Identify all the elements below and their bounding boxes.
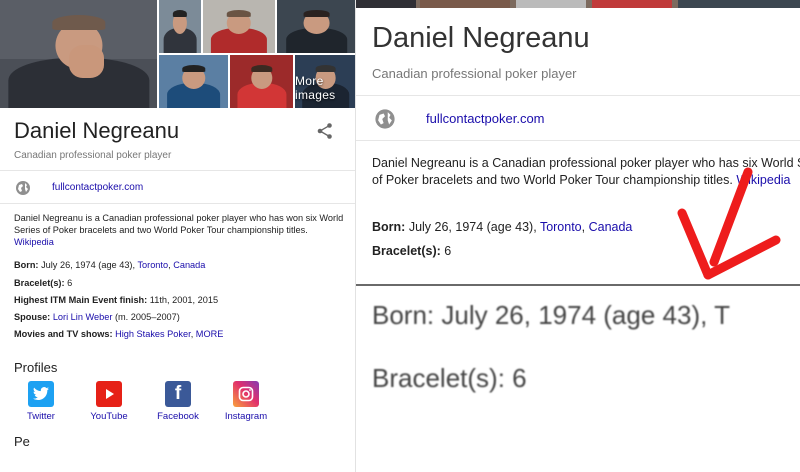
next-section-heading: Pe bbox=[14, 434, 30, 449]
photo-thumb[interactable] bbox=[159, 0, 201, 53]
toronto-link[interactable]: Toronto bbox=[137, 260, 168, 270]
profile-label: YouTube bbox=[90, 411, 128, 422]
canada-link[interactable]: Canada bbox=[589, 220, 633, 234]
zoom-separator bbox=[356, 284, 800, 286]
movie-link[interactable]: High Stakes Poker bbox=[115, 329, 191, 339]
toronto-link[interactable]: Toronto bbox=[540, 220, 582, 234]
knowledge-panel: More images Daniel Negreanu Canadian pro… bbox=[0, 0, 356, 472]
fact-itm: Highest ITM Main Event finish: 11th, 200… bbox=[14, 295, 218, 305]
photo-thumb[interactable] bbox=[159, 55, 228, 108]
description: Daniel Negreanu is a Canadian profession… bbox=[14, 212, 348, 248]
profile-label: Twitter bbox=[27, 411, 55, 422]
profile-twitter[interactable]: Twitter bbox=[9, 381, 73, 422]
fact-label: Spouse: bbox=[14, 312, 51, 322]
divider bbox=[0, 170, 355, 171]
more-images-link[interactable]: More images bbox=[295, 74, 348, 102]
arrow-head-right bbox=[703, 235, 781, 280]
photo-thumb[interactable] bbox=[230, 55, 293, 108]
divider bbox=[356, 140, 800, 141]
fact-value: (m. 2005–2007) bbox=[114, 312, 180, 322]
main-photo[interactable] bbox=[0, 0, 157, 108]
image-strip bbox=[356, 0, 800, 8]
globe-icon bbox=[16, 181, 30, 195]
profile-label: Instagram bbox=[224, 411, 268, 422]
fact-label: Bracelet(s): bbox=[372, 244, 441, 258]
zoomed-subtitle: Canadian professional poker player bbox=[372, 66, 577, 81]
fact-born: Born: July 26, 1974 (age 43), Toronto, C… bbox=[14, 260, 206, 270]
globe-icon bbox=[375, 109, 395, 129]
arrow-head-left bbox=[677, 208, 713, 280]
fact-value: July 26, 1974 (age 43), bbox=[408, 220, 537, 234]
facebook-icon: f bbox=[165, 381, 191, 407]
website-link[interactable]: fullcontactpoker.com bbox=[52, 182, 143, 193]
photo-thumb[interactable]: More images bbox=[295, 55, 355, 108]
description-text: Daniel Negreanu is a Canadian profession… bbox=[14, 213, 344, 235]
wikipedia-link[interactable]: Wikipedia bbox=[736, 173, 790, 187]
profile-label: Facebook bbox=[157, 411, 199, 422]
zoomed-fact-born: Born: July 26, 1974 (age 43), Toronto, C… bbox=[372, 220, 633, 234]
fact-bracelets: Bracelet(s): 6 bbox=[14, 278, 72, 288]
entity-subtitle: Canadian professional poker player bbox=[14, 150, 172, 161]
fact-movies: Movies and TV shows: High Stakes Poker, … bbox=[14, 329, 224, 339]
fact-spouse: Spouse: Lori Lin Weber (m. 2005–2007) bbox=[14, 312, 180, 322]
fact-value: July 26, 1974 (age 43), bbox=[41, 260, 136, 270]
profile-facebook[interactable]: f Facebook bbox=[146, 381, 210, 422]
share-icon[interactable] bbox=[316, 122, 334, 140]
more-movies-link[interactable]: MORE bbox=[196, 329, 224, 339]
profiles-heading: Profiles bbox=[14, 360, 58, 375]
magnified-bracelets-text: Bracelet(s): 6 bbox=[372, 363, 527, 393]
magnified-born-text: Born: July 26, 1974 (age 43), T bbox=[372, 300, 730, 330]
fact-value: 6 bbox=[67, 278, 73, 288]
canada-link[interactable]: Canada bbox=[173, 260, 205, 270]
divider bbox=[356, 95, 800, 96]
profile-youtube[interactable]: YouTube bbox=[77, 381, 141, 422]
twitter-icon bbox=[28, 381, 54, 407]
zoomed-website-link[interactable]: fullcontactpoker.com bbox=[426, 111, 545, 126]
zoomed-view: Daniel Negreanu Canadian professional po… bbox=[356, 0, 800, 472]
fact-value: 11th, 2001, 2015 bbox=[149, 295, 219, 305]
zoomed-description: Daniel Negreanu is a Canadian profession… bbox=[372, 155, 800, 189]
fact-label: Born: bbox=[372, 220, 406, 234]
fact-label: Movies and TV shows: bbox=[14, 329, 113, 339]
zoomed-title: Daniel Negreanu bbox=[372, 22, 590, 54]
fact-label: Bracelet(s): bbox=[14, 278, 65, 288]
instagram-icon bbox=[233, 381, 259, 407]
fact-label: Highest ITM Main Event finish: bbox=[14, 295, 148, 305]
fact-value: 6 bbox=[444, 244, 452, 258]
spouse-link[interactable]: Lori Lin Weber bbox=[53, 312, 113, 322]
youtube-icon bbox=[96, 381, 122, 407]
photo-thumb[interactable] bbox=[277, 0, 355, 53]
fact-label: Born: bbox=[14, 260, 39, 270]
zoomed-fact-bracelets: Bracelet(s): 6 bbox=[372, 244, 451, 258]
divider bbox=[0, 203, 355, 204]
photo-thumb[interactable] bbox=[203, 0, 275, 53]
entity-title: Daniel Negreanu bbox=[14, 118, 180, 143]
profile-instagram[interactable]: Instagram bbox=[214, 381, 278, 422]
wikipedia-link[interactable]: Wikipedia bbox=[14, 237, 54, 247]
